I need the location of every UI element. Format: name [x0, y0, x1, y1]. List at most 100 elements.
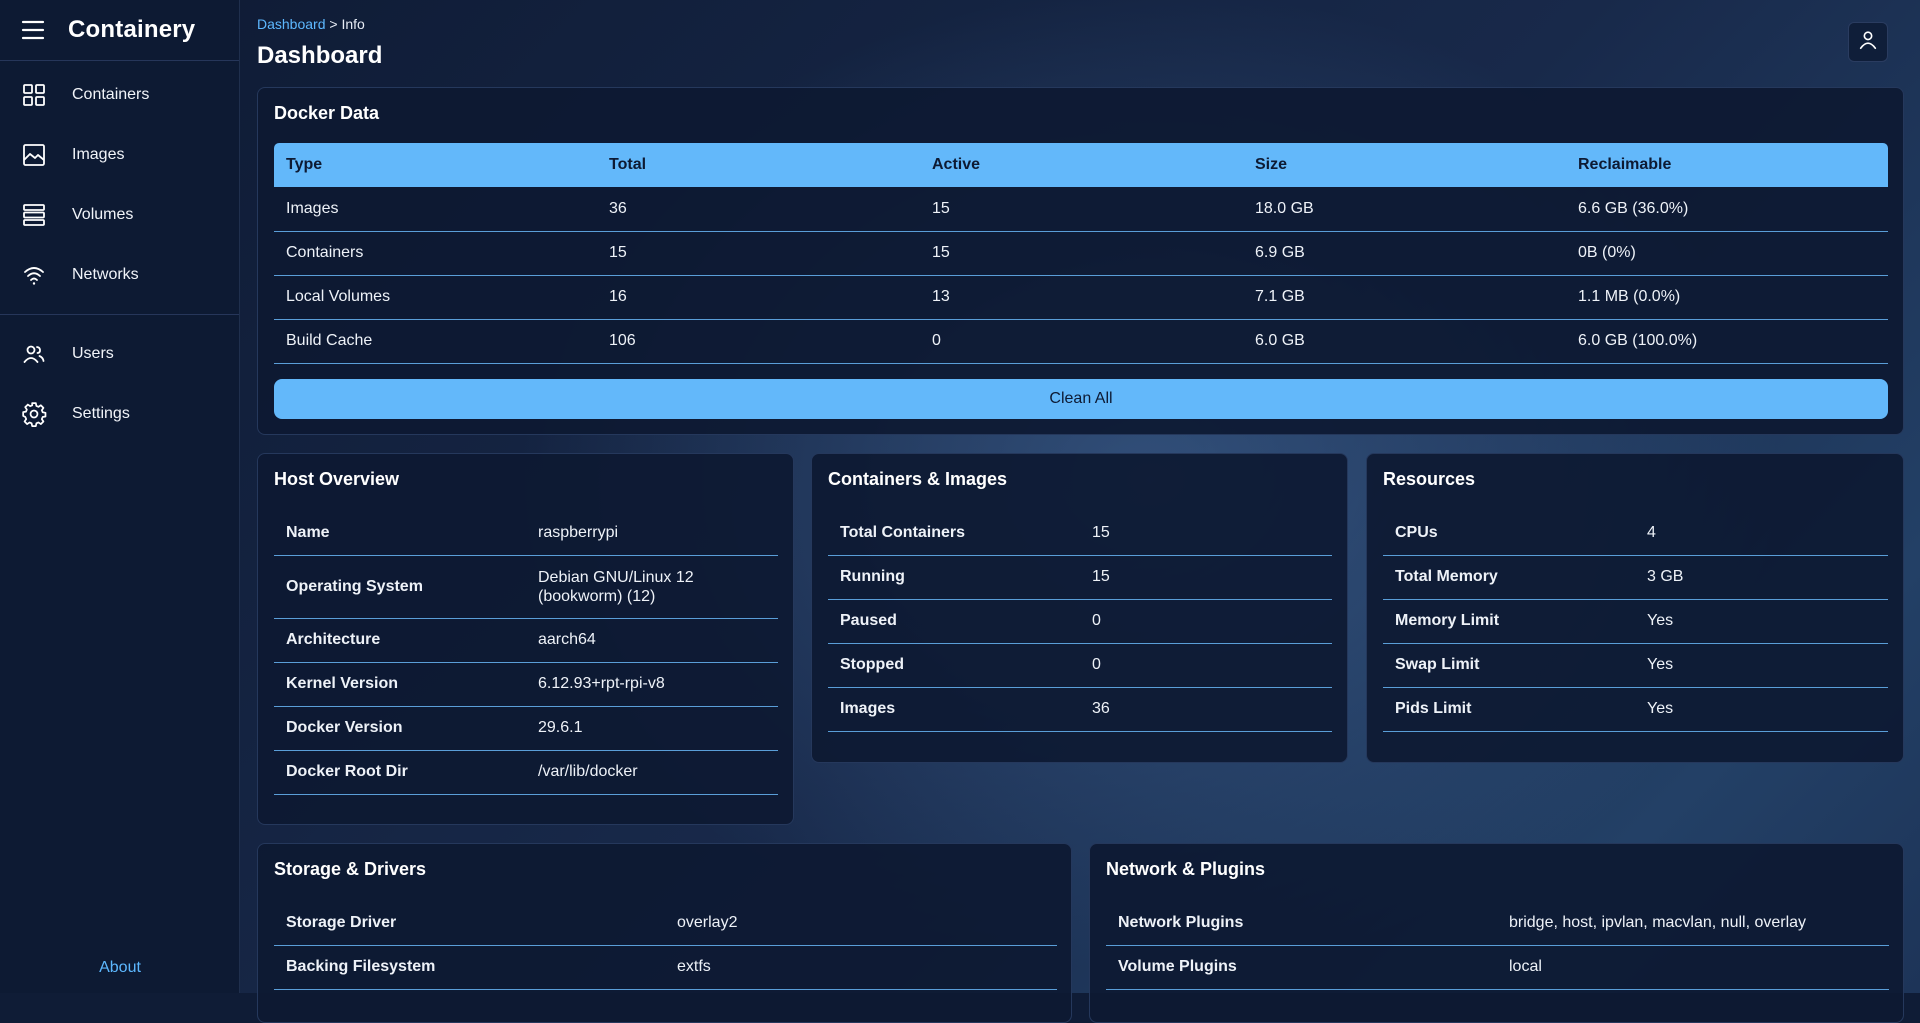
- row-value: 29.6.1: [526, 706, 778, 751]
- table-row: Images 36: [828, 687, 1332, 732]
- card-title: Containers & Images: [828, 469, 1008, 489]
- row-key: Running: [828, 555, 1080, 600]
- gear-icon: [21, 401, 47, 427]
- table-row: Total Containers 15: [828, 511, 1332, 556]
- sidebar-item-containers[interactable]: Containers: [0, 65, 239, 125]
- row-key: Docker Version: [274, 706, 526, 751]
- table-row: Backing Filesystem extfs: [274, 945, 1057, 990]
- card-title: Storage & Drivers: [274, 859, 427, 879]
- table-row: Kernel Version 6.12.93+rpt-rpi-v8: [274, 662, 778, 707]
- page-title: Dashboard: [257, 42, 383, 69]
- cell-active: 15: [920, 231, 1243, 276]
- column-header-type: Type: [274, 143, 597, 187]
- about-link[interactable]: About: [0, 959, 240, 977]
- hamburger-menu-icon[interactable]: [20, 17, 46, 43]
- image-icon: [21, 142, 47, 168]
- cell-total: 16: [597, 275, 920, 320]
- row-value: Yes: [1635, 643, 1888, 688]
- table-row: Name raspberrypi: [274, 511, 778, 556]
- card-title: Host Overview: [274, 469, 400, 489]
- sidebar-item-label: Images: [72, 146, 125, 163]
- users-icon: [21, 341, 47, 367]
- sidebar-divider: [0, 314, 239, 315]
- breadcrumb-dashboard-link[interactable]: Dashboard: [257, 16, 326, 32]
- sidebar: Containery Containers Images Volumes Net…: [0, 0, 240, 993]
- row-value: 15: [1080, 555, 1332, 600]
- stack-icon: [21, 202, 47, 228]
- brand-bar: Containery: [0, 0, 239, 61]
- table-row: Images 36 15 18.0 GB 6.6 GB (36.0%): [274, 187, 1888, 232]
- row-key: Memory Limit: [1383, 599, 1635, 644]
- cell-type: Containers: [274, 231, 597, 276]
- row-key: Storage Driver: [274, 901, 665, 946]
- wifi-icon: [21, 262, 47, 288]
- row-value: Debian GNU/Linux 12 (bookworm) (12): [526, 555, 778, 619]
- table-row: Operating System Debian GNU/Linux 12 (bo…: [274, 555, 778, 619]
- row-key: Network Plugins: [1106, 901, 1497, 946]
- row-value: /var/lib/docker: [526, 750, 778, 795]
- breadcrumb-separator: >: [329, 16, 338, 32]
- row-key: Total Memory: [1383, 555, 1635, 600]
- sidebar-nav-main: Containers Images Volumes Networks: [0, 65, 239, 305]
- table-row: Containers 15 15 6.9 GB 0B (0%): [274, 231, 1888, 276]
- host-overview-table: Name raspberrypi Operating System Debian…: [274, 511, 778, 795]
- row-value: 3 GB: [1635, 555, 1888, 600]
- app-title: Containery: [68, 16, 196, 43]
- table-row: Stopped 0: [828, 643, 1332, 688]
- cell-size: 18.0 GB: [1243, 187, 1566, 232]
- table-row: Network Plugins bridge, host, ipvlan, ma…: [1106, 901, 1889, 946]
- sidebar-item-label: Containers: [72, 86, 150, 103]
- table-row: CPUs 4: [1383, 511, 1888, 556]
- cell-reclaimable: 6.0 GB (100.0%): [1566, 319, 1888, 364]
- row-value: 36: [1080, 687, 1332, 732]
- user-account-button[interactable]: [1848, 22, 1888, 62]
- sidebar-item-images[interactable]: Images: [0, 125, 239, 185]
- column-header-total: Total: [597, 143, 920, 187]
- clean-all-button[interactable]: Clean All: [274, 379, 1888, 419]
- row-key: Backing Filesystem: [274, 945, 665, 990]
- table-row: Docker Root Dir /var/lib/docker: [274, 750, 778, 795]
- network-plugins-card: Network & Plugins Network Plugins bridge…: [1089, 843, 1904, 1023]
- sidebar-item-networks[interactable]: Networks: [0, 245, 239, 305]
- table-row: Volume Plugins local: [1106, 945, 1889, 990]
- docker-data-card: Docker Data Type Total Active Size Recla…: [257, 87, 1904, 435]
- sidebar-item-volumes[interactable]: Volumes: [0, 185, 239, 245]
- sidebar-item-settings[interactable]: Settings: [0, 384, 239, 444]
- sidebar-item-label: Users: [72, 345, 114, 362]
- table-row: Build Cache 106 0 6.0 GB 6.0 GB (100.0%): [274, 319, 1888, 364]
- table-row: Pids Limit Yes: [1383, 687, 1888, 732]
- row-value: Yes: [1635, 599, 1888, 644]
- sidebar-item-label: Settings: [72, 405, 130, 422]
- row-value: 6.12.93+rpt-rpi-v8: [526, 662, 778, 707]
- cell-reclaimable: 6.6 GB (36.0%): [1566, 187, 1888, 232]
- row-value: 15: [1080, 511, 1332, 556]
- resources-table: CPUs 4 Total Memory 3 GB Memory Limit Ye…: [1383, 511, 1888, 732]
- row-key: Kernel Version: [274, 662, 526, 707]
- row-key: Stopped: [828, 643, 1080, 688]
- row-key: Volume Plugins: [1106, 945, 1497, 990]
- storage-drivers-card: Storage & Drivers Storage Driver overlay…: [257, 843, 1072, 1023]
- row-value: 4: [1635, 511, 1888, 556]
- row-value: local: [1497, 945, 1889, 990]
- row-value: extfs: [665, 945, 1057, 990]
- storage-drivers-table: Storage Driver overlay2 Backing Filesyst…: [274, 901, 1057, 990]
- host-overview-card: Host Overview Name raspberrypi Operating…: [257, 453, 794, 825]
- cell-type: Images: [274, 187, 597, 232]
- row-value: 0: [1080, 643, 1332, 688]
- breadcrumb-current: Info: [341, 16, 365, 32]
- table-row: Swap Limit Yes: [1383, 643, 1888, 688]
- table-row: Running 15: [828, 555, 1332, 600]
- row-key: Images: [828, 687, 1080, 732]
- sidebar-item-label: Networks: [72, 266, 139, 283]
- row-key: Pids Limit: [1383, 687, 1635, 732]
- cell-type: Build Cache: [274, 319, 597, 364]
- row-key: Name: [274, 511, 526, 556]
- card-title: Resources: [1383, 469, 1476, 489]
- table-row: Storage Driver overlay2: [274, 901, 1057, 946]
- sidebar-item-label: Volumes: [72, 206, 134, 223]
- cell-size: 6.0 GB: [1243, 319, 1566, 364]
- sidebar-item-users[interactable]: Users: [0, 324, 239, 384]
- column-header-active: Active: [920, 143, 1243, 187]
- row-key: Total Containers: [828, 511, 1080, 556]
- row-key: Architecture: [274, 618, 526, 663]
